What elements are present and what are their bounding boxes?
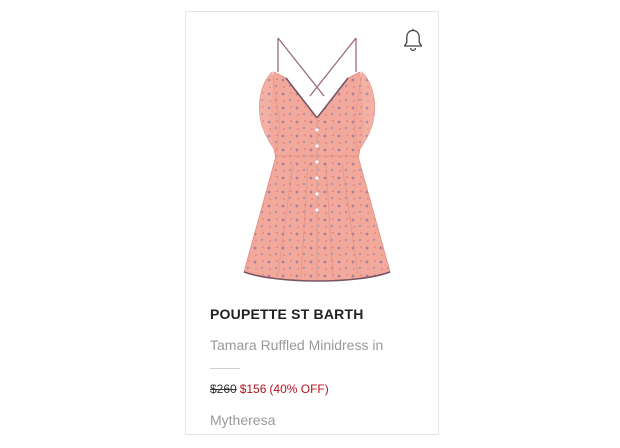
- product-image[interactable]: [238, 34, 398, 292]
- original-price: $260: [210, 382, 237, 396]
- divider: [210, 368, 240, 369]
- product-card[interactable]: POUPETTE ST BARTH Tamara Ruffled Minidre…: [185, 11, 439, 435]
- bell-icon[interactable]: [402, 28, 424, 52]
- discount-label: (40% OFF): [269, 382, 329, 396]
- sale-price: $156: [239, 382, 267, 396]
- product-title[interactable]: Tamara Ruffled Minidress in: [210, 337, 383, 353]
- retailer-name[interactable]: Mytheresa: [210, 412, 275, 428]
- price-row: $260 $156 (40% OFF): [210, 382, 329, 396]
- brand-name[interactable]: POUPETTE ST BARTH: [210, 306, 364, 322]
